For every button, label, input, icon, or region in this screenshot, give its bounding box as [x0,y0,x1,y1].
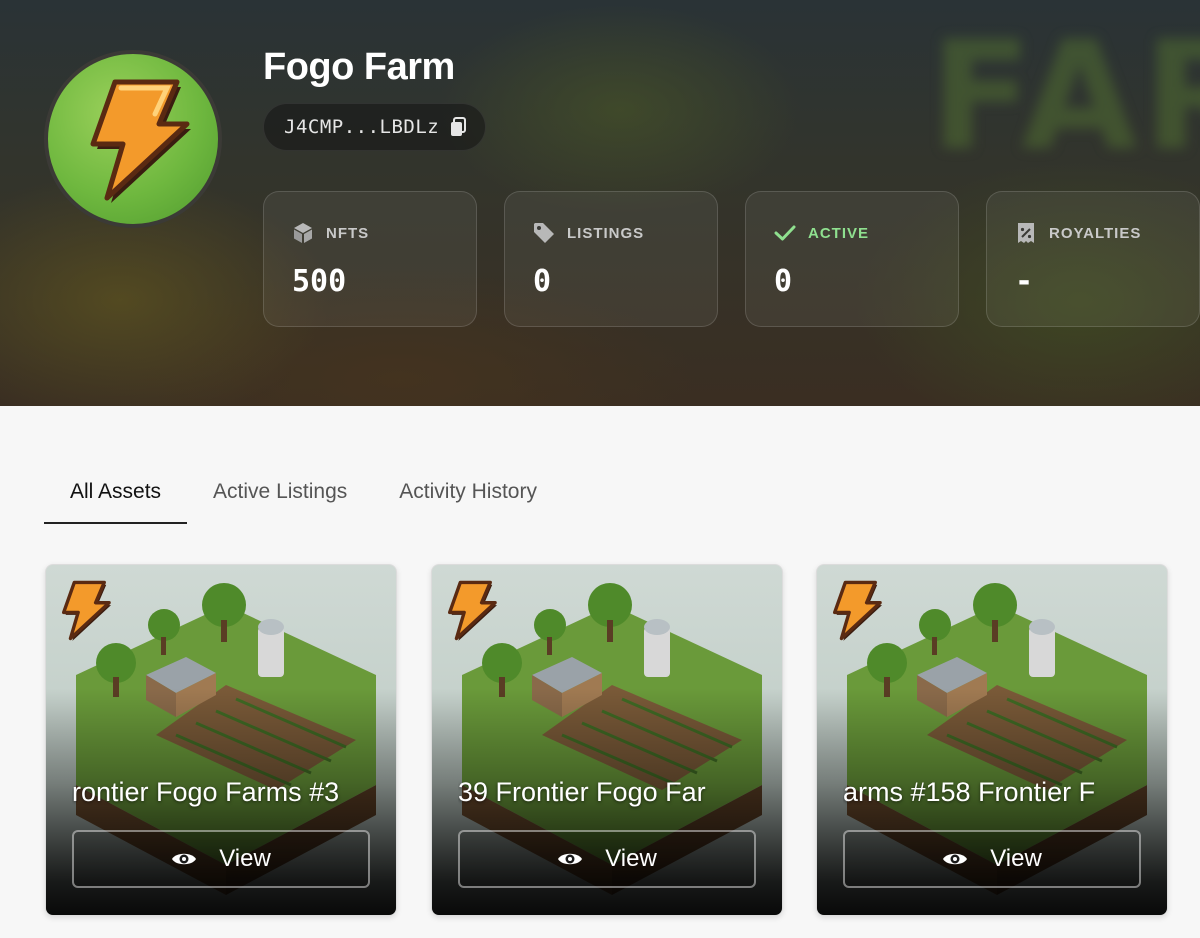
nft-card[interactable]: 39 Frontier Fogo Far View [431,564,783,916]
lightning-logo-icon [447,580,498,641]
tag-icon [534,223,554,243]
check-icon [774,225,796,241]
stat-card-listings: LISTINGS 0 [504,191,718,327]
view-button[interactable]: View [72,830,370,888]
nft-card[interactable]: arms #158 Frontier F View [816,564,1168,916]
view-button-label: View [990,845,1042,872]
lightning-logo-icon [832,580,883,641]
view-button-label: View [605,845,657,872]
collection-avatar [44,50,222,228]
stat-value: 0 [533,264,552,299]
cube-icon [294,223,312,243]
view-button-label: View [219,845,271,872]
lightning-logo-icon [90,79,191,203]
copy-icon[interactable] [449,117,467,137]
tab-all-assets[interactable]: All Assets [44,470,188,524]
hero-background-text: FAR [930,10,1200,184]
tab-activity-history[interactable]: Activity History [373,470,563,524]
collection-hero: FAR Fogo Farm J4CMP...LBDLz NFTS 500 [0,0,1200,406]
nft-name-marquee: arms #158 Frontier F [843,777,1141,817]
lightning-logo-icon [61,580,112,641]
stat-label: ACTIVE [808,224,870,242]
collection-title: Fogo Farm [263,46,455,88]
stat-card-nfts: NFTS 500 [263,191,477,327]
stat-card-royalties: ROYALTIES - [986,191,1200,327]
percent-badge-icon [1018,223,1034,243]
eye-icon [172,853,197,865]
collection-address: J4CMP...LBDLz [284,116,440,138]
tab-bar: All Assets Active Listings Activity Hist… [44,470,563,524]
nft-name-marquee: rontier Fogo Farms #3 [72,777,370,817]
stat-label: ROYALTIES [1049,224,1142,242]
nft-name: 39 Frontier Fogo Far [458,777,706,807]
stat-label: NFTS [326,224,370,242]
view-button[interactable]: View [843,830,1141,888]
tab-active-listings[interactable]: Active Listings [187,470,373,524]
eye-icon [558,853,583,865]
stat-label: LISTINGS [567,224,645,242]
stat-value: 500 [292,264,347,299]
eye-icon [943,853,968,865]
nft-card[interactable]: rontier Fogo Farms #3 View [45,564,397,916]
stat-value: - [1015,264,1034,299]
stat-card-active: ACTIVE 0 [745,191,959,327]
nft-name: rontier Fogo Farms #3 [72,777,340,807]
nft-name-marquee: 39 Frontier Fogo Far [458,777,756,817]
view-button[interactable]: View [458,830,756,888]
stat-value: 0 [774,264,793,299]
nft-name: arms #158 Frontier F [843,777,1096,807]
address-pill[interactable]: J4CMP...LBDLz [263,103,487,151]
